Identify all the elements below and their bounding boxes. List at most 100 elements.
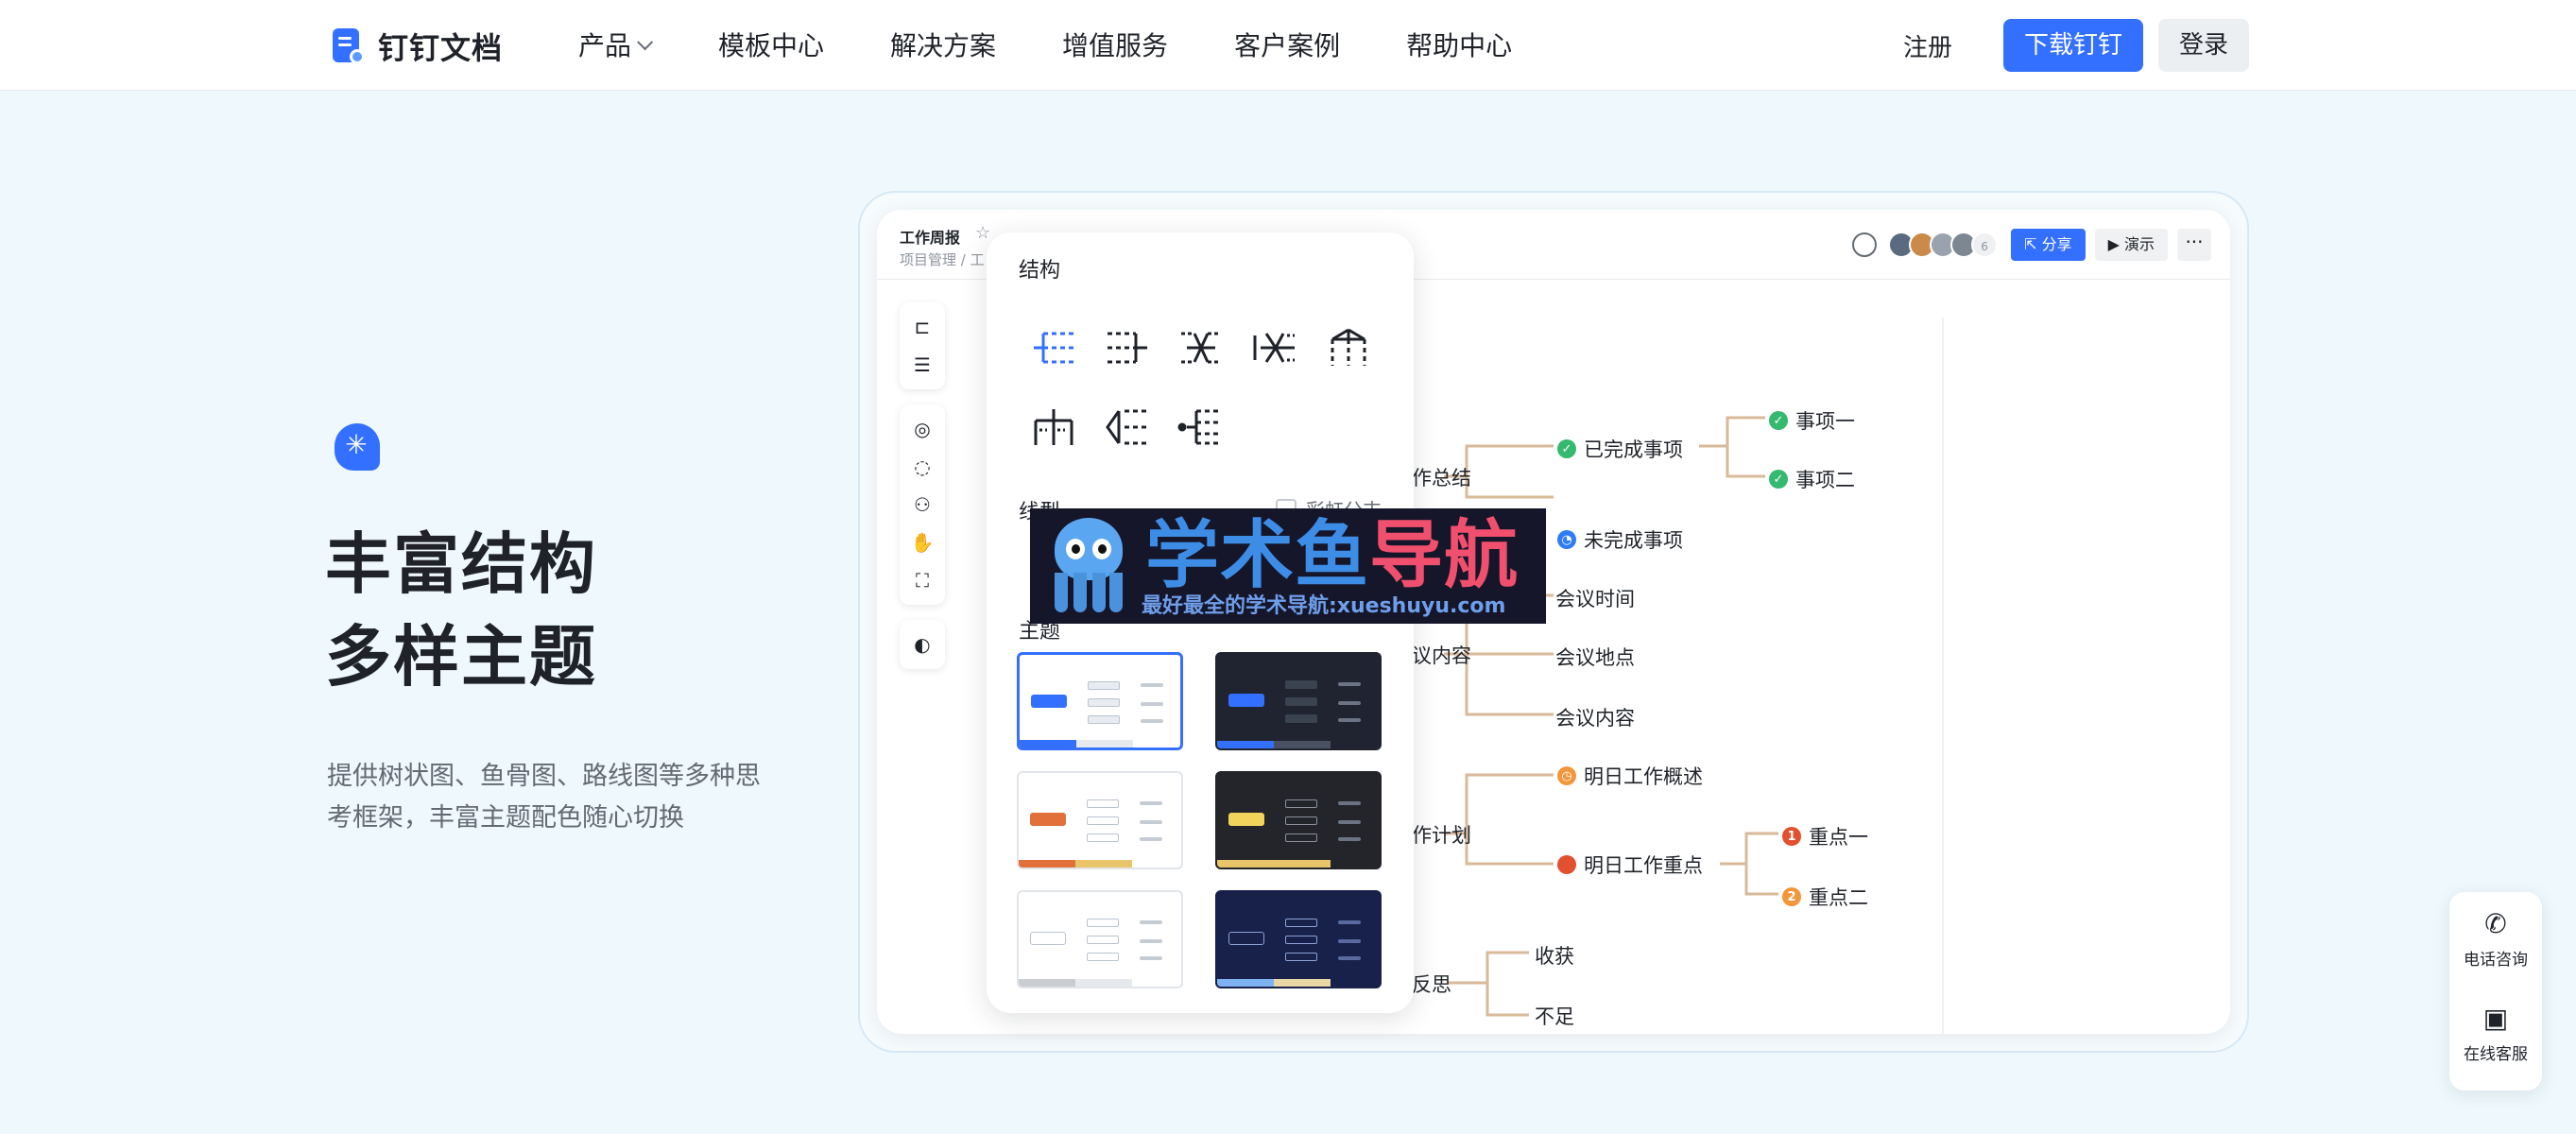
doc-title: 工作周报 <box>900 229 961 247</box>
structure-down-tree-option[interactable] <box>1017 387 1091 467</box>
hero-description: 提供树状图、鱼骨图、路线图等多种思考框架，丰富主题配色随心切换 <box>327 762 761 833</box>
phone-consult-label: 电话咨询 <box>2464 950 2528 970</box>
menu-item-label: 解决方案 <box>890 30 997 61</box>
mindmap-node[interactable]: 作计划 <box>1412 820 1471 849</box>
mindmap-node[interactable]: 1 重点一 <box>1782 822 1868 850</box>
menu-item-label: 帮助中心 <box>1406 30 1513 61</box>
hero-title-line: 丰富结构 <box>325 525 597 603</box>
theme-options <box>1017 652 1395 988</box>
menu-item-templates[interactable]: 模板中心 <box>718 25 824 68</box>
mindmap-node[interactable]: 反思 <box>1412 970 1451 998</box>
fullscreen-icon[interactable]: ⛶ <box>900 561 945 599</box>
mindmap-node[interactable]: 作总结 <box>1412 463 1471 491</box>
mindmap-node[interactable]: ✓ 事项二 <box>1769 465 1855 493</box>
mindmap-node-label: 会议时间 <box>1555 588 1635 610</box>
watermark-title-part: 导航 <box>1369 513 1520 598</box>
org-chart-icon <box>1331 328 1366 366</box>
sync-icon[interactable] <box>1852 232 1878 257</box>
share-button[interactable]: ⇱ 分享 <box>2011 229 2086 261</box>
theme-option-warm[interactable] <box>1017 771 1183 869</box>
structure-right-tree-option[interactable] <box>1091 308 1164 387</box>
present-button[interactable]: ▶ 演示 <box>2094 229 2168 261</box>
login-button[interactable]: 登录 <box>2157 19 2249 72</box>
structure-left-tree-option[interactable] <box>1017 308 1091 387</box>
check-circle-icon: ✓ <box>1557 439 1576 458</box>
progress-circle-icon: ◔ <box>1557 530 1576 549</box>
mindmap-node-label: 会议地点 <box>1555 646 1635 669</box>
mindmap-node[interactable]: ✓ 已完成事项 <box>1557 435 1683 463</box>
theme-option-navy[interactable] <box>1215 890 1382 988</box>
top-nav: 钉钉文档 产品 模板中心 解决方案 增值服务 客户案例 帮助中心 注册 下载钉钉… <box>0 0 2576 91</box>
mindmap-node[interactable]: ✓ 事项一 <box>1769 406 1855 435</box>
main-menu: 产品 模板中心 解决方案 增值服务 客户案例 帮助中心 <box>578 25 1578 68</box>
octopus-mascot-icon <box>1041 514 1136 618</box>
theme-palette-icon[interactable]: ◎ <box>900 410 945 448</box>
structure-org-chart-option[interactable] <box>1312 308 1385 387</box>
mindmap-node-label: 事项一 <box>1795 410 1855 433</box>
logo[interactable]: 钉钉文档 <box>333 25 503 68</box>
collaborators-icon[interactable]: ⚇ <box>900 486 945 524</box>
mindmap-node[interactable]: ◷ 明日工作概述 <box>1557 762 1703 790</box>
theme-option-minimal[interactable] <box>1017 890 1183 988</box>
play-icon: ▶ <box>2107 235 2124 253</box>
present-label: 演示 <box>2123 235 2155 253</box>
register-link[interactable]: 注册 <box>1903 28 1952 63</box>
doc-header-tools: 6 ⇱ 分享 ▶ 演示 ··· <box>1852 229 2211 261</box>
breadcrumb: 项目管理 / 工 <box>900 251 985 268</box>
hero-title-line: 多样主题 <box>325 618 597 696</box>
mindmap-node[interactable]: 议内容 <box>1412 641 1471 669</box>
mindmap-node-label: 已完成事项 <box>1584 438 1683 461</box>
contrast-icon[interactable]: ◐ <box>900 626 945 663</box>
structure-icon[interactable]: ⊏ <box>900 308 945 346</box>
theme-option-dark[interactable] <box>1215 652 1382 750</box>
menu-item-help-center[interactable]: 帮助中心 <box>1406 25 1512 68</box>
star-icon[interactable]: ☆ <box>975 223 990 243</box>
watermark-title-part: 学术鱼 <box>1145 513 1370 598</box>
mindmap-node[interactable]: 会议地点 <box>1555 643 1635 671</box>
menu-item-product[interactable]: 产品 <box>578 25 654 68</box>
hand-pan-icon[interactable]: ✋ <box>900 524 945 561</box>
logo-text: 钉钉文档 <box>378 30 504 66</box>
outline-list-icon[interactable]: ☰ <box>900 346 945 384</box>
mindmap-node-label: 反思 <box>1412 973 1451 996</box>
mindmap-node-label: 会议内容 <box>1555 707 1635 730</box>
download-button[interactable]: 下载钉钉 <box>2002 19 2143 72</box>
mindmap-node[interactable]: 2 重点二 <box>1782 883 1868 911</box>
theme-option-dark-gold[interactable] <box>1215 771 1382 869</box>
comment-icon[interactable]: ◌ <box>900 448 945 486</box>
mindmap-node-label: 议内容 <box>1412 644 1471 667</box>
mindmap-node-label: 重点二 <box>1809 886 1868 909</box>
menu-item-value-services[interactable]: 增值服务 <box>1062 25 1168 68</box>
online-service-button[interactable]: ▣ 在线客服 <box>2449 987 2542 1081</box>
structure-fishbone-option[interactable] <box>1238 308 1312 387</box>
mindmap-node[interactable]: 明日工作重点 <box>1557 850 1703 879</box>
mindmap-node[interactable]: ◔ 未完成事项 <box>1557 525 1683 554</box>
balanced-tree-icon <box>1181 332 1221 364</box>
menu-item-solutions[interactable]: 解决方案 <box>890 25 996 68</box>
menu-item-customer-cases[interactable]: 客户案例 <box>1234 25 1340 68</box>
mindmap-node[interactable]: 收获 <box>1535 941 1574 970</box>
mindmap-node-label: 收获 <box>1535 945 1574 968</box>
collaborator-avatars[interactable]: 6 <box>1888 232 1999 258</box>
phone-consult-button[interactable]: ✆ 电话咨询 <box>2449 892 2542 987</box>
dingtalk-docs-logo-icon <box>333 28 365 64</box>
mindmap-node-label: 明日工作概述 <box>1584 765 1703 788</box>
theme-option-light-blue[interactable] <box>1017 652 1183 750</box>
right-tree-icon <box>1108 332 1147 364</box>
down-tree-icon <box>1034 409 1073 445</box>
chevron-down-icon <box>637 34 654 51</box>
watermark-banner: 学术鱼导航 最好最全的学术导航:xueshuyu.com <box>1030 508 1546 624</box>
mindmap-node-label: 作总结 <box>1412 467 1471 490</box>
mindmap-node[interactable]: 不足 <box>1535 1002 1574 1030</box>
structure-timeline-option[interactable] <box>1164 387 1238 467</box>
structure-left-list-option[interactable] <box>1091 387 1164 467</box>
mindmap-node[interactable]: 会议内容 <box>1555 703 1635 731</box>
editor-toolbar: ⊏ ☰ ◎ ◌ ⚇ ✋ ⛶ ◐ <box>900 302 945 684</box>
menu-item-label: 增值服务 <box>1062 30 1169 61</box>
hero-title: 丰富结构 多样主题 <box>325 518 597 703</box>
more-button[interactable]: ··· <box>2177 229 2211 261</box>
menu-item-label: 产品 <box>578 30 632 61</box>
structure-balanced-option[interactable] <box>1164 308 1238 387</box>
mindmap-node[interactable]: 会议时间 <box>1555 584 1635 612</box>
mindmap-node-label: 重点一 <box>1809 826 1868 849</box>
